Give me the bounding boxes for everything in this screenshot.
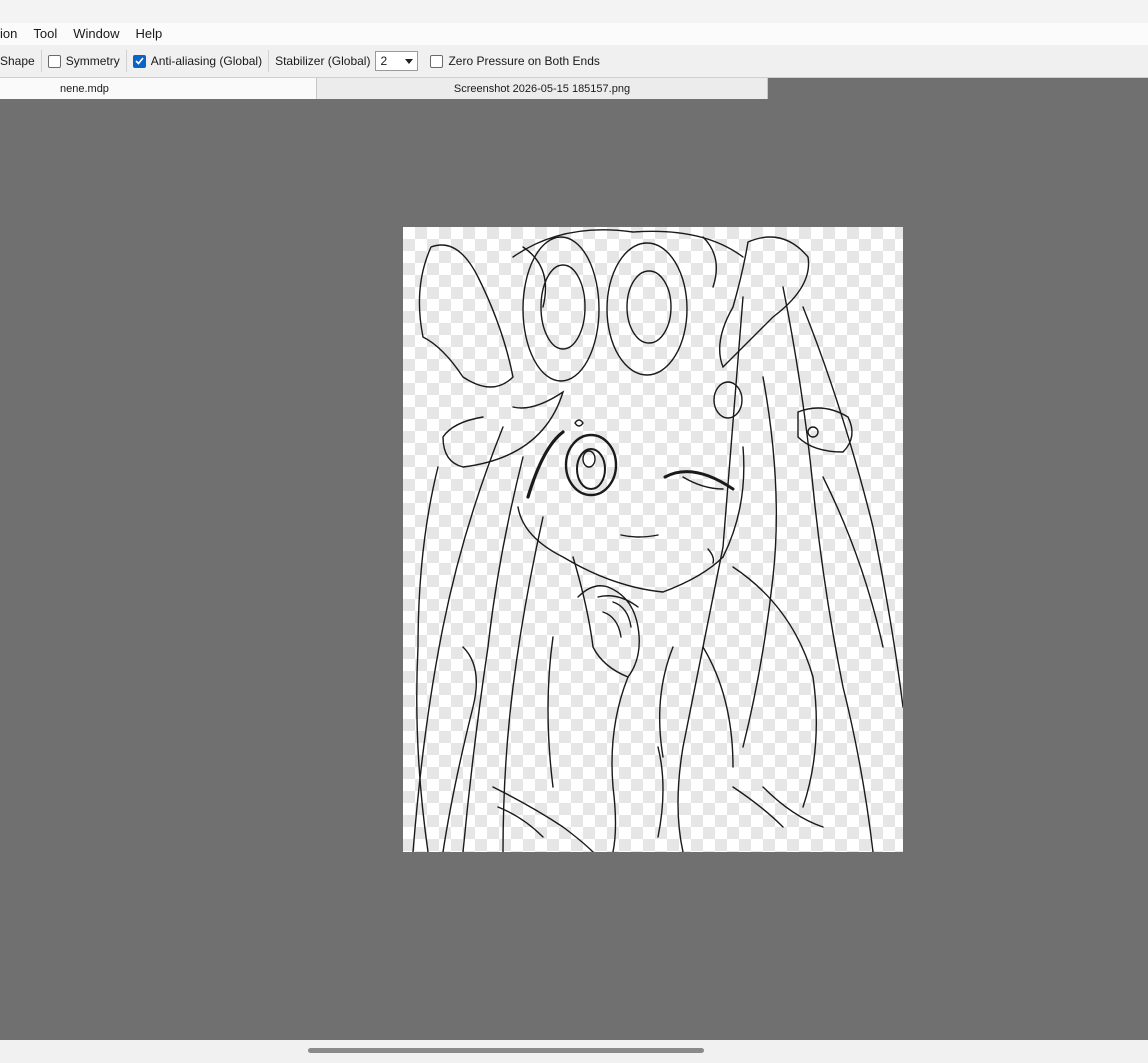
- brush-options-toolbar: Shape Symmetry Anti-aliasing (Global) St…: [0, 45, 1148, 78]
- menu-item-help[interactable]: Help: [127, 23, 170, 45]
- shape-option[interactable]: Shape: [0, 45, 41, 77]
- document-tab-bar: nene.mdp Screenshot 2026-05-15 185157.pn…: [0, 78, 1148, 99]
- menu-item-window[interactable]: Window: [65, 23, 127, 45]
- shape-label: Shape: [0, 54, 35, 68]
- menu-item-selection[interactable]: ion: [0, 23, 25, 45]
- menu-item-tool[interactable]: Tool: [25, 23, 65, 45]
- checkmark-icon: [135, 57, 144, 65]
- scrollbar-thumb[interactable]: [308, 1048, 704, 1053]
- stabilizer-option: Stabilizer (Global) 2: [269, 45, 424, 77]
- antialias-option[interactable]: Anti-aliasing (Global): [127, 45, 268, 77]
- tab-nene-mdp[interactable]: nene.mdp: [0, 78, 316, 99]
- tab-label: Screenshot 2026-05-15 185157.png: [453, 82, 631, 95]
- symmetry-label: Symmetry: [65, 54, 120, 68]
- zero-pressure-label: Zero Pressure on Both Ends: [448, 54, 600, 68]
- symmetry-option[interactable]: Symmetry: [42, 45, 126, 77]
- zero-pressure-checkbox[interactable]: [430, 54, 444, 68]
- tab-label: nene.mdp: [60, 82, 109, 95]
- stabilizer-label: Stabilizer (Global): [275, 54, 371, 68]
- symmetry-checkbox[interactable]: [47, 54, 61, 68]
- menu-bar: ion Tool Window Help: [0, 23, 1148, 45]
- tab-screenshot-png[interactable]: Screenshot 2026-05-15 185157.png: [316, 78, 768, 99]
- title-bar: [0, 0, 1148, 23]
- stabilizer-select[interactable]: 2: [375, 51, 419, 71]
- stabilizer-value: 2: [380, 54, 388, 68]
- canvas-workspace[interactable]: [0, 99, 1148, 1040]
- antialias-label: Anti-aliasing (Global): [150, 54, 263, 68]
- horizontal-scrollbar[interactable]: [0, 1040, 1148, 1063]
- drawing-canvas[interactable]: [403, 227, 903, 852]
- chevron-down-icon: [405, 58, 414, 64]
- line-art-sketch: [412, 229, 903, 852]
- zero-pressure-option[interactable]: Zero Pressure on Both Ends: [424, 45, 605, 77]
- antialias-checkbox[interactable]: [132, 54, 146, 68]
